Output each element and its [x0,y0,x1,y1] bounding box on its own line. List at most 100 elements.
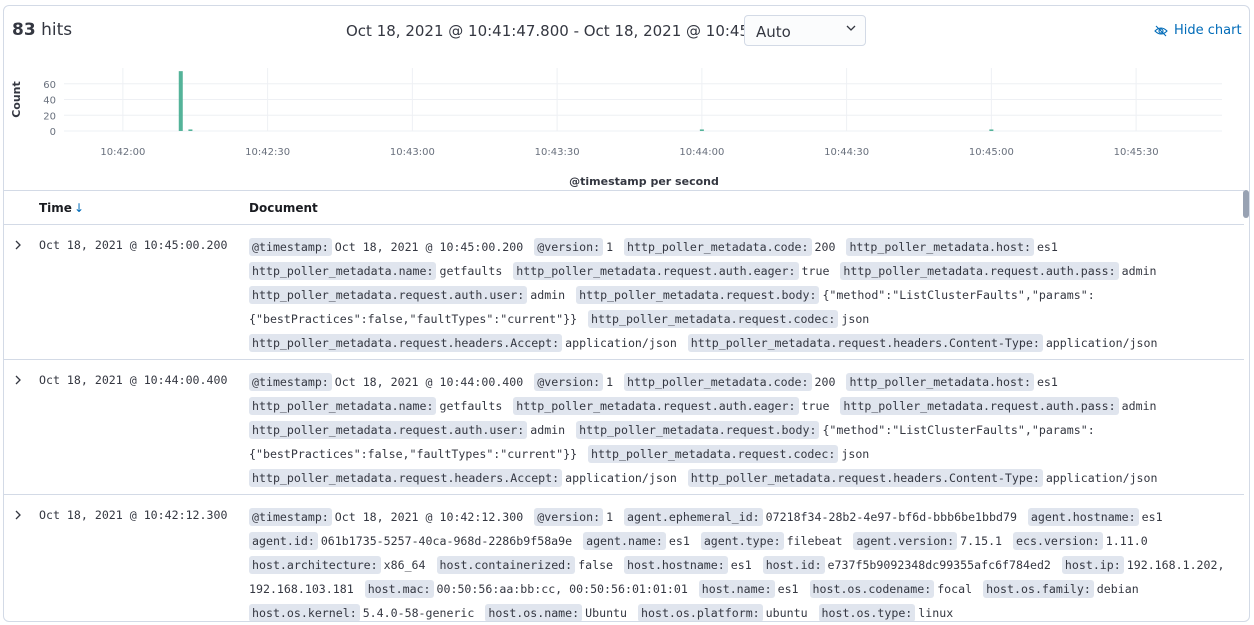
field-pair: http_poller_metadata.code: 200 [624,238,835,256]
field-value: linux [918,606,954,620]
field-key: http_poller_metadata.request.headers.Con… [687,334,1043,352]
field-value: debian [1096,582,1139,596]
field-value: 00:50:56:aa:bb:cc, 00:50:56:01:01:01 [436,582,688,596]
field-pair: agent.type: filebeat [700,532,842,550]
row-document: @timestamp: Oct 18, 2021 @ 10:45:00.200 @… [249,235,1239,355]
field-pair: host.os.platform: ubuntu [638,604,808,621]
field-pair: http_poller_metadata.request.headers.Acc… [249,469,677,487]
field-key: http_poller_metadata.request.headers.Acc… [249,334,563,352]
field-pair: host.os.codename: focal [809,580,972,598]
interval-value: Auto [756,23,791,41]
chevron-right-icon[interactable] [12,374,24,386]
scrollbar-thumb[interactable] [1243,190,1249,218]
field-pair: ecs.version: 1.11.0 [1013,532,1148,550]
histogram-bar [188,129,193,131]
field-key: host.os.kernel: [249,604,360,621]
field-key: http_poller_metadata.request.codec: [588,310,839,328]
field-key: http_poller_metadata.code: [624,238,812,256]
field-key: ecs.version: [1013,532,1103,550]
field-value: x86_64 [383,558,426,572]
sort-down-icon[interactable]: ↓ [74,201,84,215]
field-value: json [841,447,870,461]
field-value: Oct 18, 2021 @ 10:45:00.200 [334,240,524,254]
field-key: agent.hostname: [1027,508,1139,526]
field-value: 061b1735-5257-40ca-968d-2286b9f58a9e [320,534,573,548]
interval-select[interactable]: Auto [744,15,866,46]
field-value: Ubuntu [585,606,628,620]
table-row[interactable]: Oct 18, 2021 @ 10:45:00.200 @timestamp: Oc… [4,225,1244,360]
field-value: application/json [1045,336,1158,350]
chevron-right-icon[interactable] [12,239,24,251]
field-key: agent.id: [249,532,318,550]
field-key: agent.version: [853,532,958,550]
field-key: http_poller_metadata.request.auth.pass: [840,262,1119,280]
hits-count: 83 hits [12,20,72,40]
field-key: http_poller_metadata.code: [624,373,812,391]
hits-label: hits [41,20,73,40]
field-key: agent.ephemeral_id: [624,508,763,526]
field-key: http_poller_metadata.name: [249,262,437,280]
discover-panel: 83 hits Oct 18, 2021 @ 10:41:47.800 - Oc… [3,5,1250,622]
field-key: http_poller_metadata.request.auth.user: [249,421,528,439]
y-tick-label: 60 [43,80,56,91]
field-pair: host.containerized: false [436,556,613,574]
documents-table: Time ↓ Document Oct 18, 2021 @ 10:45:00.2… [4,190,1249,621]
x-tick-label: 10:42:00 [100,147,145,158]
field-value: admin [530,288,566,302]
field-value: getfaults [439,399,503,413]
field-value: true [801,399,830,413]
field-value: admin [530,423,566,437]
field-pair: http_poller_metadata.name: getfaults [249,262,503,280]
field-value: true [801,264,830,278]
field-pair: http_poller_metadata.host: es1 [846,373,1058,391]
time-column-header[interactable]: Time ↓ [39,201,84,215]
field-pair: agent.version: 7.15.1 [853,532,1003,550]
field-value: 5.4.0-58-generic [362,606,475,620]
chevron-right-icon[interactable] [12,509,24,521]
field-value: es1 [1036,375,1058,389]
field-key: http_poller_metadata.request.auth.user: [249,286,528,304]
y-tick-label: 40 [43,96,56,107]
histogram-bar [178,71,183,131]
field-key: http_poller_metadata.name: [249,397,437,415]
field-key: http_poller_metadata.request.auth.eager: [513,397,799,415]
table-row[interactable]: Oct 18, 2021 @ 10:44:00.400 @timestamp: Oc… [4,360,1244,495]
x-tick-label: 10:44:30 [824,147,869,158]
field-value: 7.15.1 [960,534,1003,548]
field-key: http_poller_metadata.request.codec: [588,445,839,463]
field-value: 1 [606,375,614,389]
field-pair: http_poller_metadata.request.codec: json [588,310,870,328]
field-key: host.mac: [364,580,434,598]
field-pair: http_poller_metadata.request.auth.user: a… [249,286,566,304]
field-value: 1.11.0 [1105,534,1148,548]
field-value: json [841,312,870,326]
field-value: admin [1121,264,1157,278]
hide-chart-button[interactable]: Hide chart [1154,23,1242,38]
field-pair: agent.ephemeral_id: 07218f34-28b2-4e97-bf… [624,508,1017,526]
field-key: http_poller_metadata.request.headers.Acc… [249,469,563,487]
field-value: Oct 18, 2021 @ 10:42:12.300 [334,510,524,524]
table-row[interactable]: Oct 18, 2021 @ 10:42:12.300 @timestamp: Oc… [4,495,1244,621]
field-key: http_poller_metadata.host: [846,238,1034,256]
field-value: es1 [1141,510,1163,524]
field-pair: http_poller_metadata.request.auth.eager:… [513,262,830,280]
field-key: host.os.name: [485,604,583,621]
field-value: getfaults [439,264,503,278]
table-header: Time ↓ Document [4,190,1244,225]
field-key: http_poller_metadata.request.auth.pass: [840,397,1119,415]
time-range: Oct 18, 2021 @ 10:41:47.800 - Oct 18, 20… [346,22,807,40]
field-key: http_poller_metadata.request.auth.eager: [513,262,799,280]
field-key: host.os.codename: [809,580,935,598]
x-tick-label: 10:42:30 [245,147,290,158]
field-pair: host.id: e737f5b9092348dc99355afc6f784ed2 [762,556,1051,574]
field-key: http_poller_metadata.request.headers.Con… [687,469,1043,487]
row-document: @timestamp: Oct 18, 2021 @ 10:42:12.300 @… [249,505,1239,621]
field-pair: @version: 1 [534,238,613,256]
field-pair: host.os.family: debian [983,580,1139,598]
row-document: @timestamp: Oct 18, 2021 @ 10:44:00.400 @… [249,370,1239,490]
field-value: ubuntu [765,606,808,620]
field-pair: http_poller_metadata.request.codec: json [588,445,870,463]
eye-closed-icon [1154,25,1168,36]
field-pair: @version: 1 [534,373,614,391]
field-pair: http_poller_metadata.name: getfaults [249,397,503,415]
